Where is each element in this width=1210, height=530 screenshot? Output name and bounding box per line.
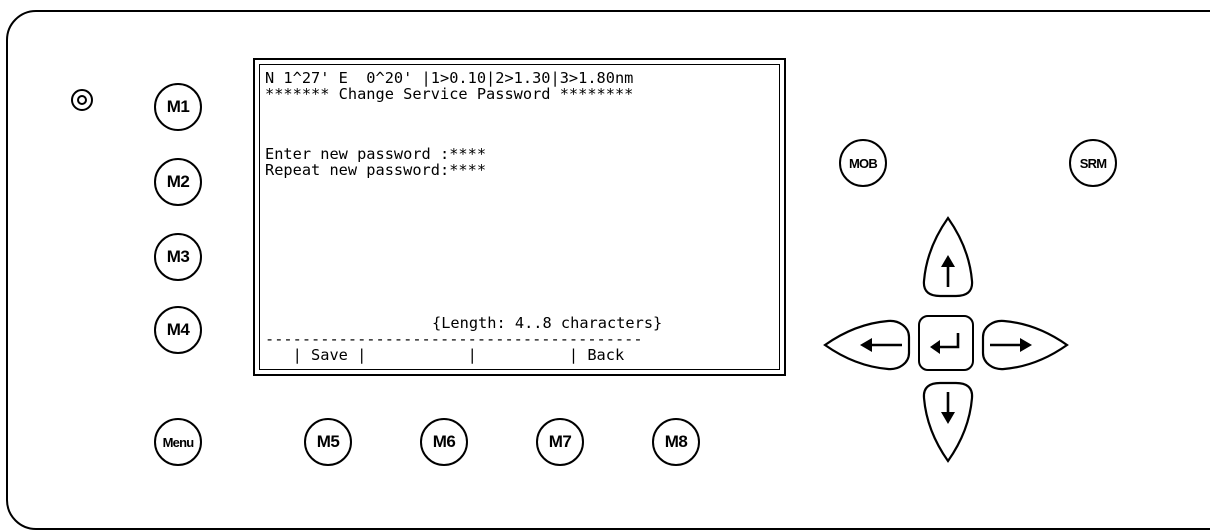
m6-button[interactable]: M6: [420, 418, 468, 466]
arrow-down-icon[interactable]: [920, 380, 976, 464]
srm-button[interactable]: SRM: [1069, 139, 1117, 187]
m1-button[interactable]: M1: [154, 83, 202, 131]
arrow-left-icon[interactable]: [822, 318, 912, 372]
m8-button[interactable]: M8: [652, 418, 700, 466]
lcd-screen: N 1^27' E 0^20' |1>0.10|2>1.30|3>1.80nm …: [253, 58, 786, 376]
length-hint: {Length: 4..8 characters}: [432, 314, 663, 332]
repeat-password-field[interactable]: Repeat new password:****: [265, 162, 486, 178]
lcd-screen-inner: N 1^27' E 0^20' |1>0.10|2>1.30|3>1.80nm …: [259, 64, 780, 370]
softkey-separator: ----------------------------------------…: [265, 330, 643, 348]
status-led-icon: [71, 89, 93, 111]
arrow-right-icon[interactable]: [980, 318, 1070, 372]
screen-title: ******* Change Service Password ********: [265, 85, 634, 103]
enter-button[interactable]: [918, 315, 974, 371]
m4-button[interactable]: M4: [154, 306, 202, 354]
position-status-line: N 1^27' E 0^20' |1>0.10|2>1.30|3>1.80nm: [265, 69, 634, 87]
mob-button[interactable]: MOB: [839, 139, 887, 187]
m2-button[interactable]: M2: [154, 158, 202, 206]
m7-button[interactable]: M7: [536, 418, 584, 466]
softkey-labels: | Save | | | Back: [265, 346, 625, 364]
new-password-field[interactable]: Enter new password :****: [265, 146, 486, 162]
m3-button[interactable]: M3: [154, 233, 202, 281]
enter-icon: [930, 333, 960, 354]
menu-button[interactable]: Menu: [154, 418, 202, 466]
arrow-up-icon[interactable]: [920, 215, 976, 299]
m5-button[interactable]: M5: [304, 418, 352, 466]
